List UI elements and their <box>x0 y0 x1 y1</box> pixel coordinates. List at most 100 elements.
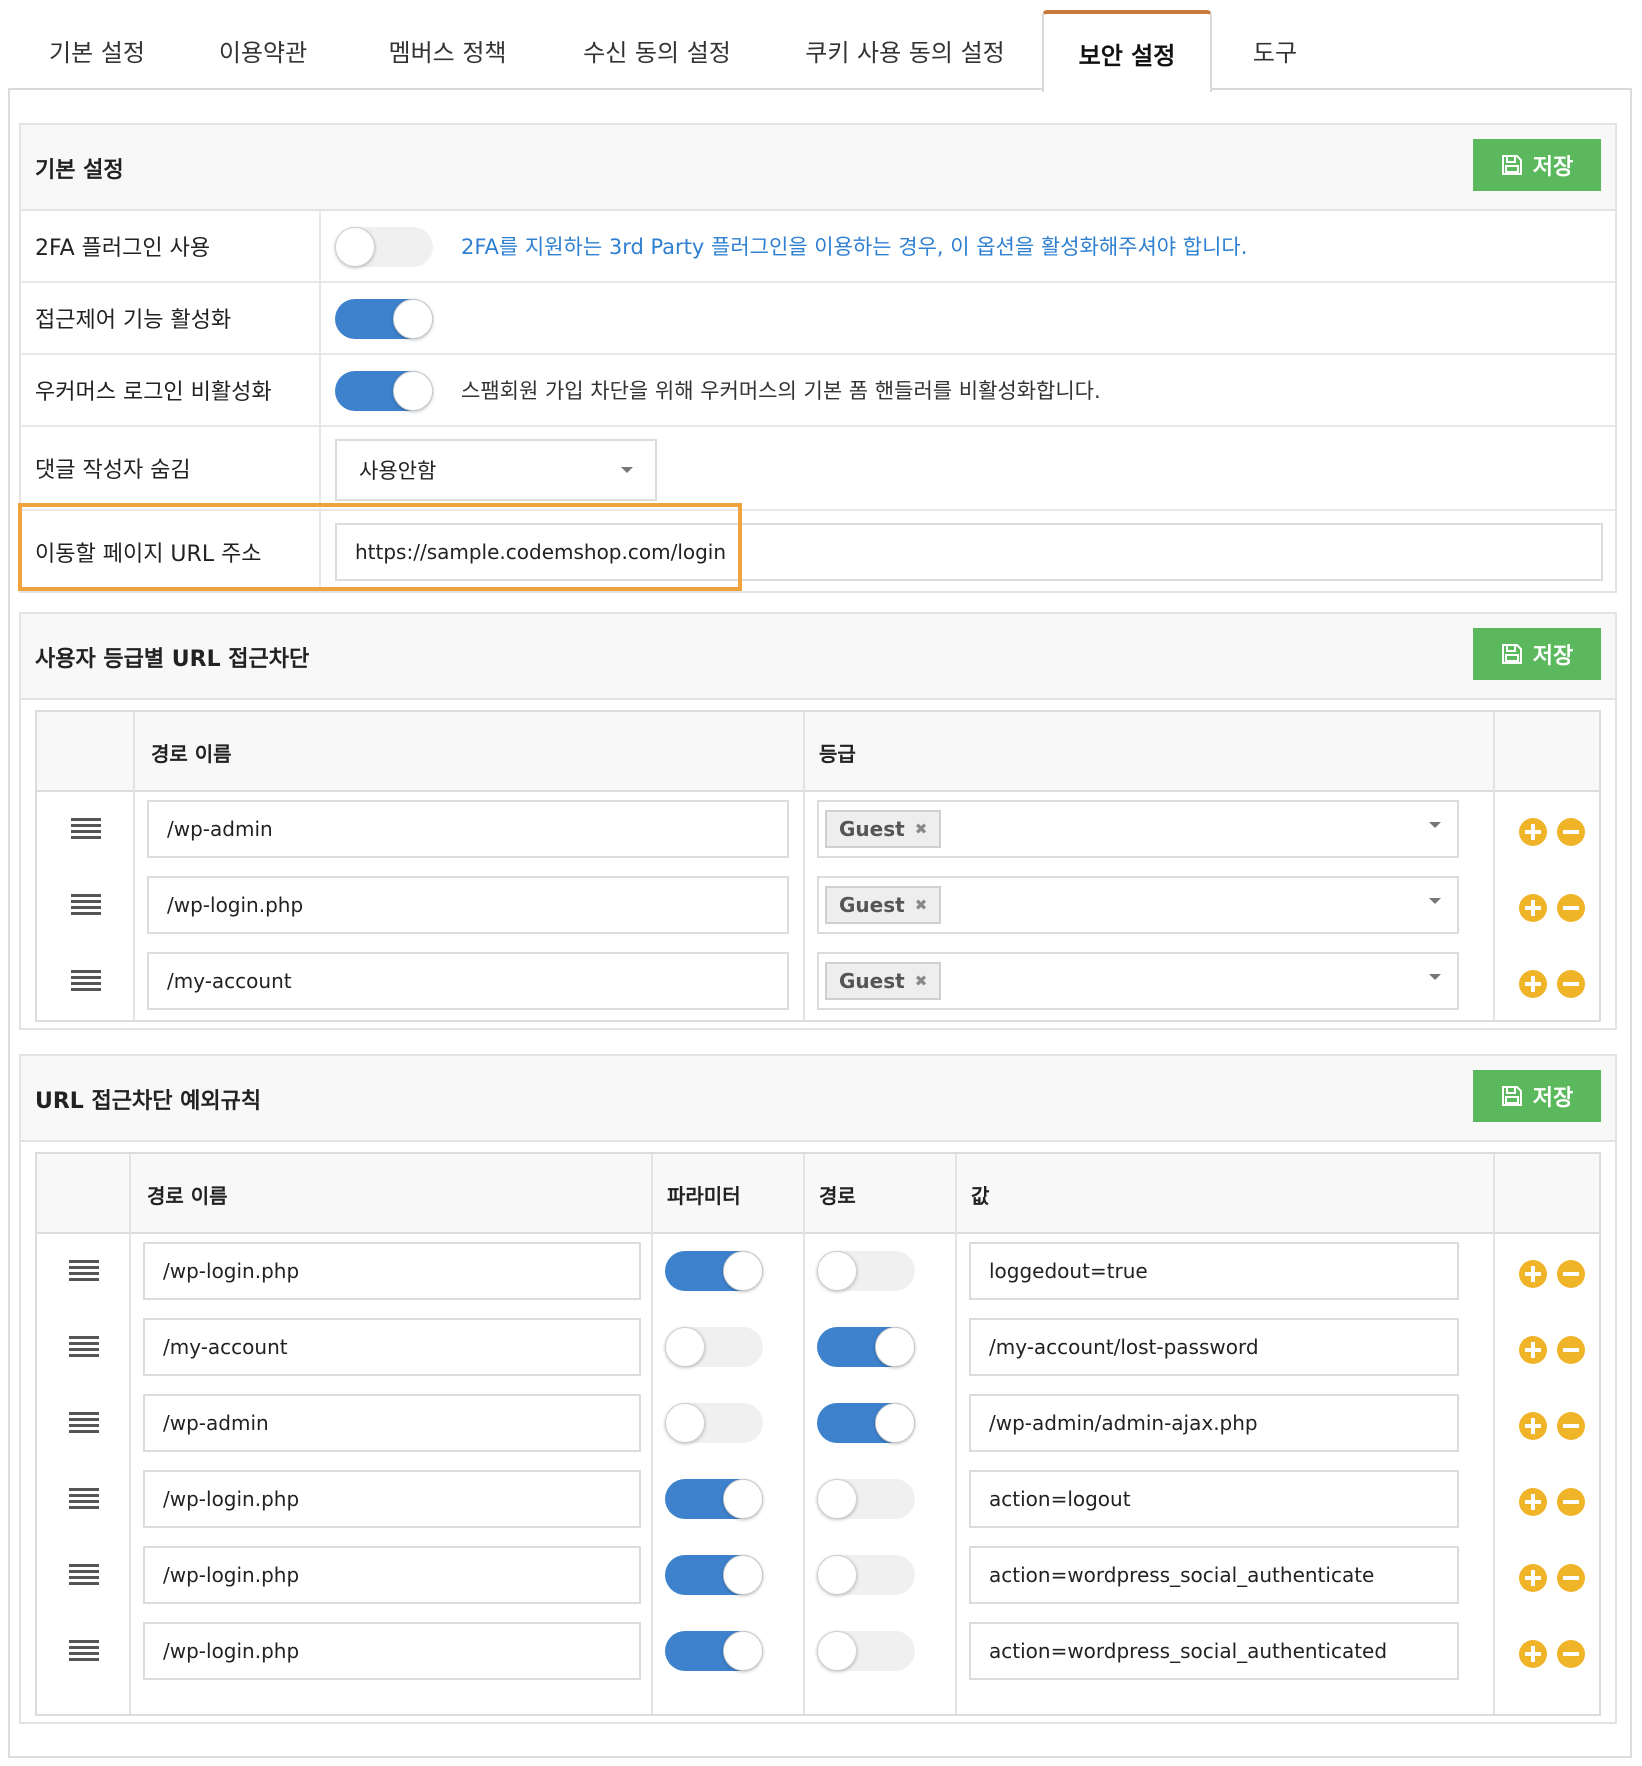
grade-table: 경로 이름 등급 /wp-admin Guest ✖ /wp-login.php … <box>35 710 1601 1022</box>
minus-circle-icon[interactable] <box>1557 1488 1585 1516</box>
toggle-knob <box>817 1479 857 1519</box>
grade-tag: Guest ✖ <box>825 886 942 924</box>
grade-path-input[interactable]: /my-account <box>147 952 789 1010</box>
row-label: 댓글 작성자 숨김 <box>21 427 321 509</box>
exception-value-input[interactable]: /my-account/lost-password <box>969 1318 1459 1376</box>
exception-value-input[interactable]: loggedout=true <box>969 1242 1459 1300</box>
close-x-icon[interactable]: ✖ <box>915 972 928 990</box>
param-toggle[interactable] <box>665 1251 763 1291</box>
minus-circle-icon[interactable] <box>1557 1412 1585 1440</box>
drag-handle-icon[interactable] <box>69 1640 99 1662</box>
minus-circle-icon[interactable] <box>1557 1564 1585 1592</box>
exception-value-input[interactable]: action=wordpress_social_authenticated <box>969 1622 1459 1680</box>
toggle-knob <box>875 1327 915 1367</box>
grade-select[interactable]: Guest ✖ <box>817 876 1459 934</box>
route-toggle[interactable] <box>817 1631 915 1671</box>
route-toggle[interactable] <box>817 1251 915 1291</box>
toggle-knob <box>723 1251 763 1291</box>
tab-basic-settings[interactable]: 기본 설정 <box>12 10 182 90</box>
exception-path-input[interactable]: /wp-admin <box>143 1394 641 1452</box>
tab-cookie-consent[interactable]: 쿠키 사용 동의 설정 <box>780 10 1030 90</box>
basic-save-button[interactable]: 저장 <box>1473 139 1601 191</box>
2fa-toggle[interactable] <box>335 227 433 267</box>
exception-path-input[interactable]: /my-account <box>143 1318 641 1376</box>
column-divider <box>1493 1154 1495 1714</box>
exception-value-input[interactable]: action=wordpress_social_authenticate <box>969 1546 1459 1604</box>
route-toggle[interactable] <box>817 1327 915 1367</box>
plus-circle-icon[interactable] <box>1519 894 1547 922</box>
drag-handle-icon[interactable] <box>69 1260 99 1282</box>
param-toggle[interactable] <box>665 1327 763 1367</box>
grade-table-header: 경로 이름 등급 <box>37 712 1599 792</box>
toggle-knob <box>393 371 433 411</box>
row-2fa-plugin: 2FA 플러그인 사용 2FA를 지원하는 3rd Party 플러그인을 이용… <box>21 211 1615 283</box>
floppy-disk-icon <box>1501 1086 1522 1106</box>
minus-circle-icon[interactable] <box>1557 1640 1585 1668</box>
close-x-icon[interactable]: ✖ <box>915 896 928 914</box>
tag-label: Guest <box>839 969 905 993</box>
exception-value-input[interactable]: /wp-admin/admin-ajax.php <box>969 1394 1459 1452</box>
param-toggle[interactable] <box>665 1479 763 1519</box>
plus-circle-icon[interactable] <box>1519 1336 1547 1364</box>
param-toggle[interactable] <box>665 1403 763 1443</box>
drag-handle-icon[interactable] <box>69 1488 99 1510</box>
redirect-url-input[interactable]: https://sample.codemshop.com/login <box>335 523 1603 581</box>
minus-circle-icon[interactable] <box>1557 894 1585 922</box>
tab-members-policy[interactable]: 멤버스 정책 <box>355 10 540 90</box>
drag-handle-icon[interactable] <box>69 1412 99 1434</box>
grade-select[interactable]: Guest ✖ <box>817 952 1459 1010</box>
param-toggle[interactable] <box>665 1555 763 1595</box>
route-toggle[interactable] <box>817 1555 915 1595</box>
plus-circle-icon[interactable] <box>1519 1488 1547 1516</box>
minus-circle-icon[interactable] <box>1557 970 1585 998</box>
grade-tag: Guest ✖ <box>825 962 942 1000</box>
toggle-knob <box>875 1403 915 1443</box>
grade-save-button[interactable]: 저장 <box>1473 628 1601 680</box>
exception-path-input[interactable]: /wp-login.php <box>143 1622 641 1680</box>
plus-circle-icon[interactable] <box>1519 818 1547 846</box>
col-header-path: 경로 이름 <box>147 1183 228 1208</box>
minus-circle-icon[interactable] <box>1557 1260 1585 1288</box>
drag-handle-icon[interactable] <box>69 1336 99 1358</box>
drag-handle-icon[interactable] <box>69 1564 99 1586</box>
drag-handle-icon[interactable] <box>71 818 101 840</box>
plus-circle-icon[interactable] <box>1519 1640 1547 1668</box>
row-label: 이동할 페이지 URL 주소 <box>21 511 321 593</box>
col-header-grade: 등급 <box>819 741 856 766</box>
save-label: 저장 <box>1532 155 1574 180</box>
grade-tag: Guest ✖ <box>825 810 942 848</box>
exception-value-input[interactable]: action=logout <box>969 1470 1459 1528</box>
drag-handle-icon[interactable] <box>71 894 101 916</box>
caret-down-icon <box>1429 822 1441 828</box>
route-toggle[interactable] <box>817 1403 915 1443</box>
plus-circle-icon[interactable] <box>1519 1564 1547 1592</box>
hide-author-select[interactable]: 사용안함 <box>335 439 657 501</box>
exception-path-input[interactable]: /wp-login.php <box>143 1242 641 1300</box>
column-divider <box>129 1154 131 1714</box>
minus-circle-icon[interactable] <box>1557 818 1585 846</box>
grade-path-input[interactable]: /wp-login.php <box>147 876 789 934</box>
drag-handle-icon[interactable] <box>71 970 101 992</box>
exception-path-input[interactable]: /wp-login.php <box>143 1546 641 1604</box>
col-header-param: 파라미터 <box>667 1183 741 1208</box>
exceptions-save-button[interactable]: 저장 <box>1473 1070 1601 1122</box>
minus-circle-icon[interactable] <box>1557 1336 1585 1364</box>
grade-select[interactable]: Guest ✖ <box>817 800 1459 858</box>
param-toggle[interactable] <box>665 1631 763 1671</box>
tab-consent-settings[interactable]: 수신 동의 설정 <box>562 10 752 90</box>
column-divider <box>955 1154 957 1714</box>
plus-circle-icon[interactable] <box>1519 1260 1547 1288</box>
woocommerce-login-toggle[interactable] <box>335 371 433 411</box>
close-x-icon[interactable]: ✖ <box>915 820 928 838</box>
exception-path-input[interactable]: /wp-login.php <box>143 1470 641 1528</box>
plus-circle-icon[interactable] <box>1519 1412 1547 1440</box>
tab-security-settings[interactable]: 보안 설정 <box>1042 10 1212 92</box>
column-divider <box>803 712 805 1020</box>
grade-path-input[interactable]: /wp-admin <box>147 800 789 858</box>
plus-circle-icon[interactable] <box>1519 970 1547 998</box>
tab-terms[interactable]: 이용약관 <box>188 10 338 90</box>
tab-tools[interactable]: 도구 <box>1230 10 1320 90</box>
tag-label: Guest <box>839 893 905 917</box>
route-toggle[interactable] <box>817 1479 915 1519</box>
access-control-toggle[interactable] <box>335 299 433 339</box>
